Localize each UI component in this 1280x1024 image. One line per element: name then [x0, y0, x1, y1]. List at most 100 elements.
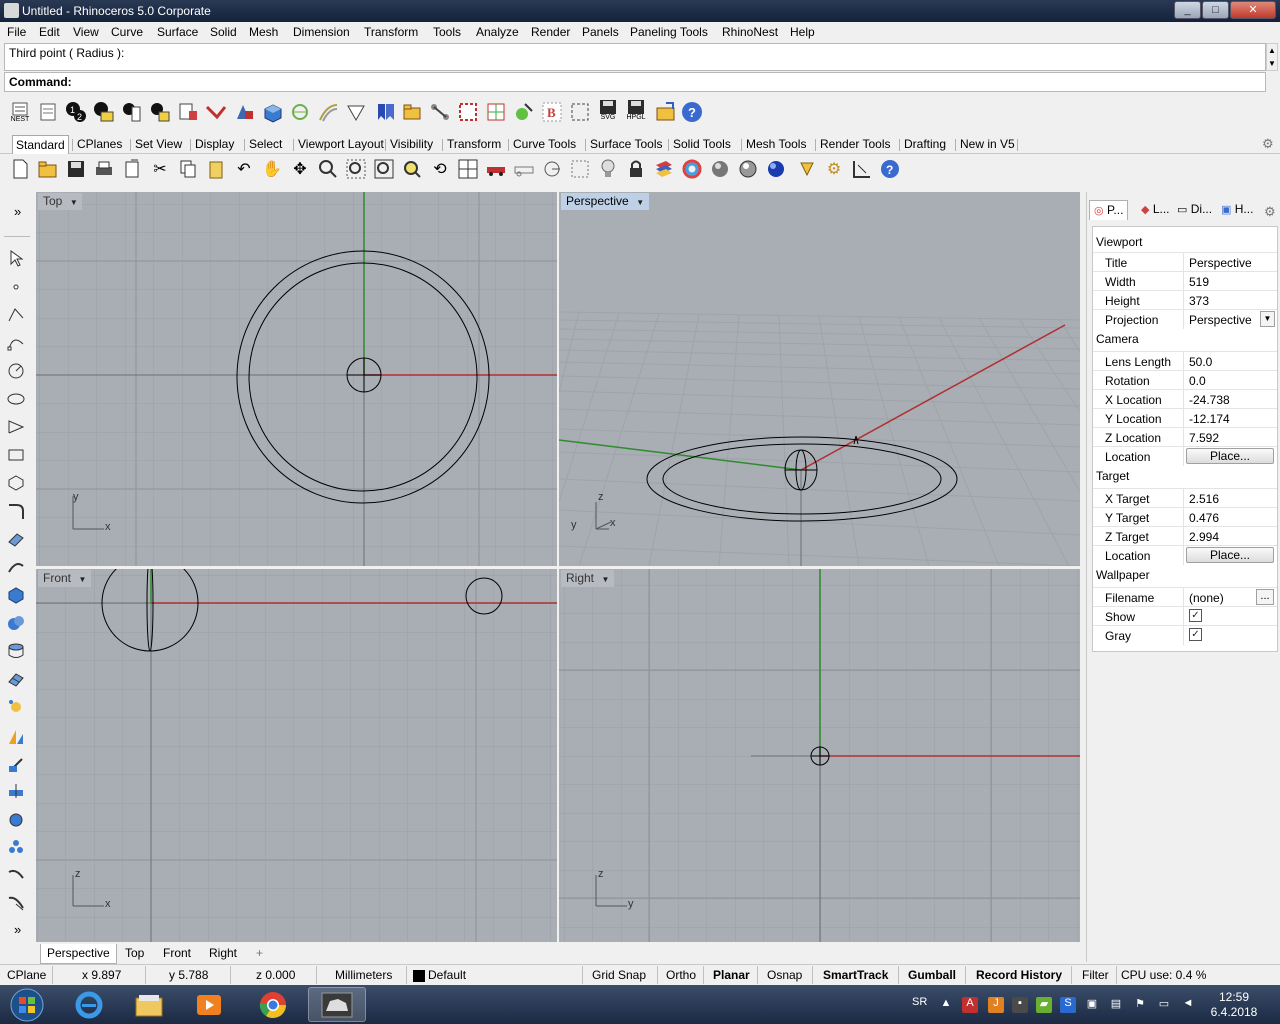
connect-icon[interactable]	[429, 101, 451, 123]
menu-paneling-tools[interactable]: Paneling Tools	[630, 25, 708, 39]
menu-help[interactable]: Help	[790, 25, 815, 39]
zoom-window-icon[interactable]	[345, 158, 367, 180]
align-icon[interactable]	[5, 780, 27, 802]
dropdown-arrow-icon[interactable]: ▼	[600, 574, 611, 585]
viewport-right[interactable]: z y Right ▼	[559, 569, 1080, 942]
units-label[interactable]: Millimeters	[335, 968, 392, 982]
light-spot-icon[interactable]	[797, 158, 819, 180]
dropdown-arrow-icon[interactable]: ▼	[77, 574, 88, 585]
viewport-label-perspective[interactable]: Perspective ▼	[561, 193, 649, 210]
minimize-button[interactable]: _	[1174, 1, 1201, 19]
dropdown-arrow-icon[interactable]: ▼	[635, 197, 646, 208]
polyline-icon[interactable]	[5, 304, 27, 326]
x-target-field[interactable]: 2.516	[1189, 492, 1219, 506]
four-view-icon[interactable]	[457, 158, 479, 180]
green-shapes-icon[interactable]	[289, 101, 311, 123]
trim-icon[interactable]	[5, 754, 27, 776]
help-icon[interactable]: ?	[879, 158, 901, 180]
blue-sphere-icon[interactable]	[765, 158, 787, 180]
layers-icon[interactable]	[653, 158, 675, 180]
export-svg-button[interactable]: SVG	[597, 99, 619, 121]
smarttrack-toggle[interactable]: SmartTrack	[823, 968, 888, 982]
taskbar-internet-explorer[interactable]	[62, 987, 116, 1022]
rectangle-icon[interactable]	[5, 444, 27, 466]
open-folder-icon[interactable]	[37, 158, 59, 180]
volume-icon[interactable]: ◄	[1180, 997, 1196, 1013]
tab-standard[interactable]: Standard	[12, 135, 69, 154]
language-indicator[interactable]: SR	[912, 996, 927, 1008]
viewport-perspective[interactable]: z y x Perspective ▼	[559, 192, 1080, 566]
rotation-field[interactable]: 0.0	[1189, 374, 1206, 388]
dimension-icon[interactable]	[5, 864, 27, 886]
circle-icon[interactable]	[5, 360, 27, 382]
boolean-icon[interactable]	[5, 612, 27, 634]
snap-circle-icon[interactable]	[541, 158, 563, 180]
box-icon[interactable]	[5, 584, 27, 606]
rhino-app-icon[interactable]	[4, 3, 19, 18]
gear-icon[interactable]: ⚙	[1264, 204, 1276, 220]
taskbar-media-player[interactable]	[182, 987, 236, 1022]
show-checkbox[interactable]: ✓	[1189, 609, 1202, 622]
start-button[interactable]	[2, 987, 52, 1022]
copy-icon[interactable]	[177, 158, 199, 180]
tab-select[interactable]: Select	[249, 137, 282, 151]
bold-b-icon[interactable]: B	[541, 101, 563, 123]
menu-tools[interactable]: Tools	[433, 25, 461, 39]
acrobat-tray-icon[interactable]: A	[962, 997, 978, 1013]
viewport-label-front[interactable]: Front ▼	[38, 570, 92, 587]
tab-render-tools[interactable]: Render Tools	[820, 137, 891, 151]
zoom-extents-icon[interactable]	[373, 158, 395, 180]
folder-stack-icon[interactable]	[401, 101, 423, 123]
array-icon[interactable]	[5, 836, 27, 858]
color-pick-icon[interactable]	[513, 101, 535, 123]
network-tray-icon[interactable]: ▤	[1108, 997, 1124, 1013]
menu-dimension[interactable]: Dimension	[293, 25, 350, 39]
lightbulb-icon[interactable]	[597, 158, 619, 180]
nest-list-icon[interactable]	[177, 101, 199, 123]
move-icon[interactable]: ✥	[289, 158, 311, 180]
menu-view[interactable]: View	[73, 25, 99, 39]
viewport-top[interactable]: y x Top ▼	[36, 192, 557, 566]
car-icon[interactable]	[485, 158, 507, 180]
rotate-view-icon[interactable]: ⟲	[429, 158, 451, 180]
layer-color-swatch[interactable]	[413, 970, 425, 982]
point-icon[interactable]	[5, 276, 27, 298]
menu-file[interactable]: File	[7, 25, 26, 39]
shaded-sphere-icon[interactable]	[709, 158, 731, 180]
split-icon[interactable]	[5, 726, 27, 748]
target-place-button[interactable]: Place...	[1186, 547, 1274, 563]
projection-select[interactable]: Perspective	[1189, 313, 1252, 327]
device-tray-icon[interactable]: ▪	[1012, 997, 1028, 1013]
z-target-field[interactable]: 2.994	[1189, 530, 1219, 544]
pointer-angle-icon[interactable]	[345, 101, 367, 123]
part-four-icon[interactable]	[149, 101, 171, 123]
shapes-icon[interactable]	[233, 101, 255, 123]
x-location-field[interactable]: -24.738	[1189, 393, 1230, 407]
arc-icon[interactable]	[5, 416, 27, 438]
layer-label[interactable]: Default	[428, 968, 466, 982]
tab-curve-tools[interactable]: Curve Tools	[513, 137, 576, 151]
width-field[interactable]: 519	[1189, 275, 1209, 289]
tab-visibility[interactable]: Visibility	[390, 137, 433, 151]
tray-expand-icon[interactable]: ▲	[938, 997, 954, 1013]
tab-solid-tools[interactable]: Solid Tools	[673, 137, 731, 151]
car-wire-icon[interactable]	[513, 158, 535, 180]
tab-drafting[interactable]: Drafting	[904, 137, 946, 151]
box-blue-icon[interactable]	[261, 101, 283, 123]
clock[interactable]: 12:59 6.4.2018	[1208, 990, 1260, 1020]
grid-point-icon[interactable]	[569, 158, 591, 180]
chevron-down-icon[interactable]: ▼	[1260, 311, 1275, 327]
dropdown-arrow-icon[interactable]: ▼	[68, 197, 79, 208]
menu-render[interactable]: Render	[531, 25, 570, 39]
grid-snap-toggle[interactable]: Grid Snap	[592, 968, 646, 982]
taskbar-rhino[interactable]	[308, 987, 366, 1022]
viewport-tab-perspective[interactable]: Perspective	[40, 944, 117, 964]
taskbar-chrome[interactable]	[246, 987, 300, 1022]
menu-analyze[interactable]: Analyze	[476, 25, 519, 39]
taskbar-explorer[interactable]	[122, 987, 176, 1022]
fillet-icon[interactable]	[5, 500, 27, 522]
curve-icon[interactable]	[5, 332, 27, 354]
title-field[interactable]: Perspective	[1189, 256, 1252, 270]
sheet-icon[interactable]	[37, 101, 59, 123]
ellipse-icon[interactable]	[5, 388, 27, 410]
